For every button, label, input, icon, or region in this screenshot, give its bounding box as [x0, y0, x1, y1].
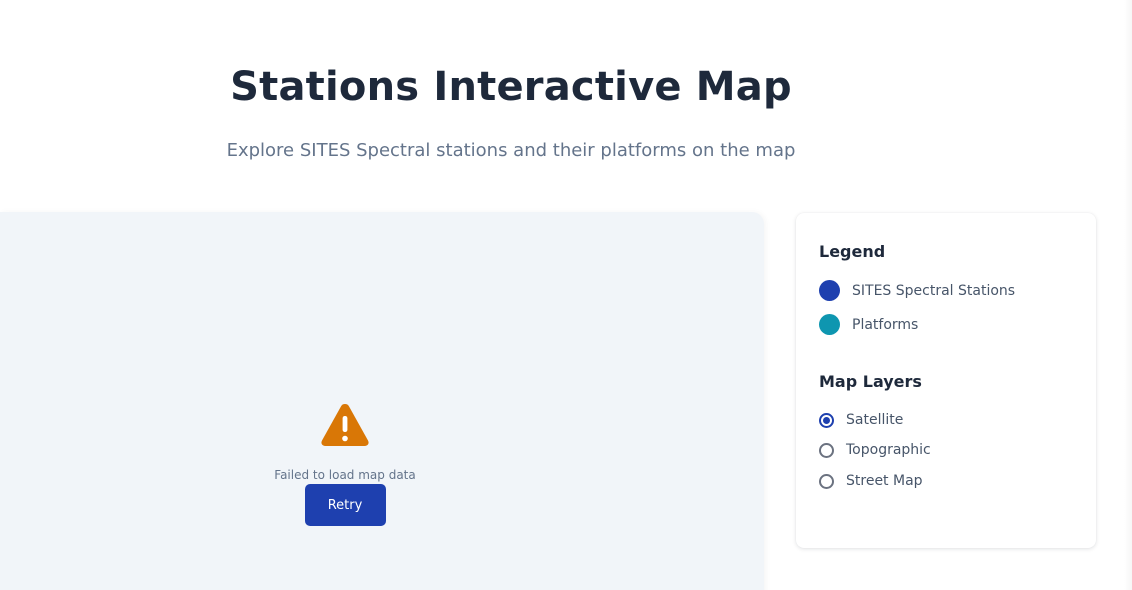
legend-dot-stations: [819, 280, 840, 301]
legend-label: Platforms: [852, 316, 919, 333]
layer-option-topographic[interactable]: Topographic: [819, 442, 931, 458]
map-error-message: Failed to load map data: [274, 468, 416, 482]
page: Stations Interactive Map Explore SITES S…: [0, 0, 1132, 590]
layer-option-satellite[interactable]: Satellite: [819, 412, 903, 428]
legend-dot-platforms: [819, 314, 840, 335]
warning-icon: [321, 404, 369, 446]
map-controls-panel: Legend SITES Spectral Stations Platforms…: [796, 213, 1096, 548]
legend-item-stations: SITES Spectral Stations: [819, 280, 1015, 301]
page-subtitle: Explore SITES Spectral stations and thei…: [226, 140, 796, 161]
page-title: Stations Interactive Map: [230, 64, 792, 110]
legend-label: SITES Spectral Stations: [852, 282, 1016, 299]
map-layers-heading: Map Layers: [819, 372, 922, 391]
radio-topographic[interactable]: [819, 442, 834, 458]
layer-option-street-map[interactable]: Street Map: [819, 473, 923, 489]
radio-street-map[interactable]: [819, 473, 834, 489]
legend-heading: Legend: [819, 242, 886, 261]
retry-button[interactable]: Retry: [304, 484, 386, 526]
page-edge-shadow: [1124, 0, 1132, 590]
map-container[interactable]: Failed to load map data Retry: [0, 212, 764, 590]
layer-label: Street Map: [846, 473, 923, 489]
layer-label: Satellite: [846, 412, 904, 428]
map-error-state: Failed to load map data Retry: [245, 402, 445, 526]
radio-satellite[interactable]: [819, 412, 834, 428]
legend-item-platforms: Platforms: [819, 314, 918, 335]
layer-label: Topographic: [846, 442, 931, 458]
